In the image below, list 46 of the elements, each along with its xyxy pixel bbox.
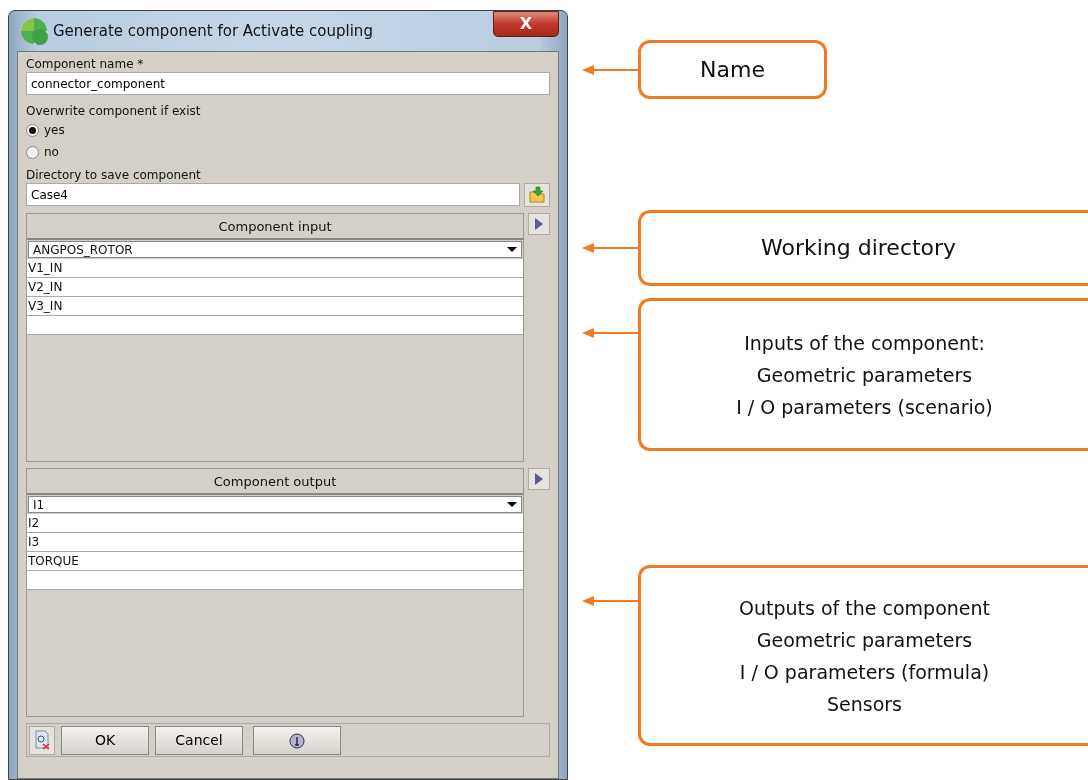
icon-button[interactable] — [253, 725, 341, 755]
folder-arrow-icon — [527, 186, 546, 204]
input-field[interactable]: Case4 — [26, 183, 520, 206]
app-logo-icon — [19, 16, 49, 46]
callout-text: Sensors — [827, 691, 902, 717]
callout-text: Geometric parameters — [756, 627, 973, 653]
input-field[interactable]: connector_component — [26, 72, 550, 95]
dropdown[interactable]: I1 — [28, 496, 522, 513]
browse-button[interactable] — [523, 183, 550, 207]
triangle-icon — [534, 472, 544, 486]
callout-text: Name — [700, 55, 765, 84]
triangle-icon — [534, 217, 544, 231]
table-cell[interactable]: V2_IN — [27, 278, 523, 297]
dialog-button[interactable]: OK — [61, 725, 149, 755]
close-button[interactable]: X — [493, 11, 559, 37]
expand-button[interactable] — [528, 468, 550, 490]
table-cell[interactable]: TORQUE — [27, 552, 523, 571]
caret-icon — [507, 502, 517, 507]
radio-label: yes — [44, 122, 65, 139]
expand-button[interactable] — [528, 213, 550, 235]
table-cell[interactable]: V1_IN — [27, 259, 523, 278]
empty-row[interactable] — [27, 316, 523, 335]
callout-text: Geometric parameters — [756, 362, 973, 388]
table-cell[interactable]: V3_IN — [27, 297, 523, 316]
caret-icon — [507, 247, 517, 252]
callout-text: I / O parameters (scenario) — [736, 394, 993, 420]
callout-text: Outputs of the component — [739, 595, 990, 621]
radio-button[interactable] — [26, 145, 39, 159]
dropdown-value: ANGPOS_ROTOR — [33, 241, 133, 259]
window-title: Generate component for Activate coupling — [53, 20, 373, 42]
table-cell[interactable]: I2 — [27, 514, 523, 533]
document-search-icon — [33, 730, 51, 750]
field-label: Overwrite component if exist — [26, 103, 202, 119]
dropdown[interactable]: ANGPOS_ROTOR — [28, 241, 522, 258]
callout-text: Working directory — [761, 234, 957, 262]
field-label: Component name * — [26, 56, 145, 72]
callout-text: I / O parameters (formula) — [739, 659, 990, 685]
field-label: Directory to save component — [26, 167, 202, 183]
info-icon — [289, 732, 305, 749]
radio-button[interactable] — [26, 123, 39, 137]
callout-text: Inputs of the component: — [744, 330, 985, 356]
dialog-button[interactable]: Cancel — [155, 725, 243, 755]
empty-row[interactable] — [27, 571, 523, 590]
radio-label: no — [44, 144, 59, 161]
dropdown-value: I1 — [33, 496, 45, 514]
table-cell[interactable]: I3 — [27, 533, 523, 552]
